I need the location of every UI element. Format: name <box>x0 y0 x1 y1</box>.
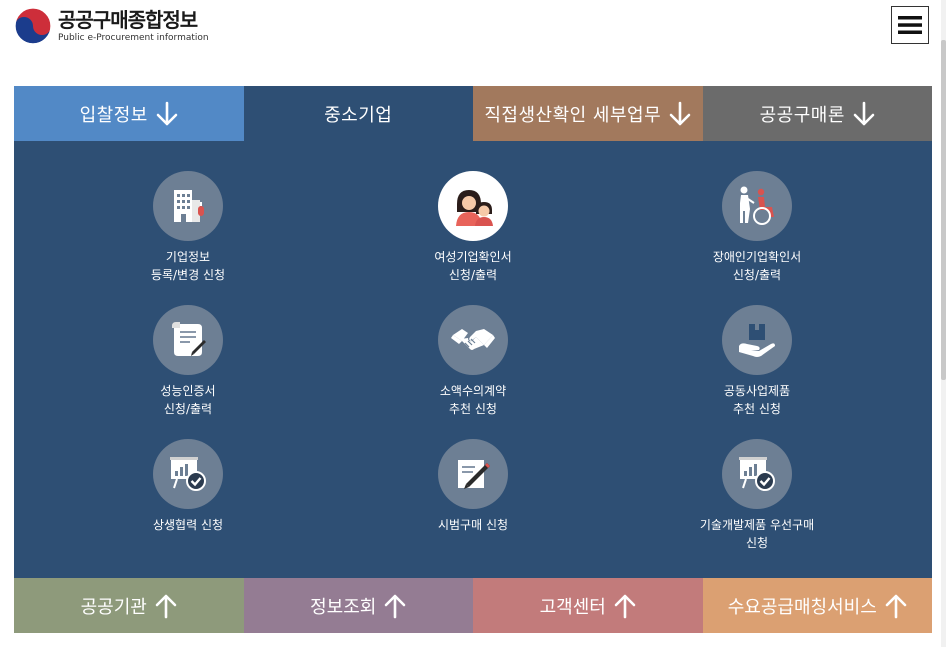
service-icon-circle[interactable] <box>153 305 223 375</box>
scrollbar-thumb[interactable] <box>941 40 946 380</box>
service-label: 성능인증서 신청/출력 <box>160 384 216 416</box>
site-subtitle: Public e-Procurement information <box>58 33 209 43</box>
sme-services-panel: 기업정보 등록/변경 신청 여성기업확인서 신청/출력 장애인기업확인서 신청/… <box>14 141 932 578</box>
edit-document-icon <box>458 460 490 489</box>
service-icon-circle[interactable] <box>153 439 223 509</box>
service-label: 소액수의계약 추천 신청 <box>439 384 507 416</box>
tab-label: 입찰정보 <box>79 104 148 126</box>
tab-public-institution[interactable]: 공공기관 <box>14 578 244 633</box>
service-label: 장애인기업확인서 신청/출력 <box>712 250 802 282</box>
arrow-up-icon <box>385 594 406 618</box>
service-trial-purchase[interactable]: 시범구매 신청 <box>363 439 583 534</box>
arrow-down-icon <box>669 101 691 125</box>
building-icon <box>174 190 204 222</box>
tab-customer-center[interactable]: 고객센터 <box>473 578 703 633</box>
service-win-win-cooperation[interactable]: 상생협력 신청 <box>78 439 298 534</box>
service-disabled-enterprise[interactable]: 장애인기업확인서 신청/출력 <box>647 171 867 284</box>
tab-sme[interactable]: 중소기업 <box>243 86 473 141</box>
service-label: 여성기업확인서 신청/출력 <box>434 250 512 282</box>
site-title: 공공구매종합정보 <box>58 8 198 32</box>
tab-public-procurement[interactable]: 공공구매론 <box>702 86 932 141</box>
service-label: 시범구매 신청 <box>437 518 509 532</box>
tab-bid-info[interactable]: 입찰정보 <box>14 86 244 141</box>
tab-label: 정보조회 <box>310 596 377 618</box>
hamburger-icon <box>898 16 922 34</box>
service-icon-circle[interactable] <box>153 171 223 241</box>
page-scrollbar[interactable] <box>941 0 946 647</box>
arrow-down-icon <box>156 101 178 125</box>
tab-label: 중소기업 <box>324 104 393 126</box>
handshake-icon <box>451 329 495 350</box>
service-label: 기업정보 등록/변경 신청 <box>150 250 226 282</box>
service-icon-circle[interactable] <box>438 305 508 375</box>
tab-label: 공공기관 <box>80 596 147 618</box>
tab-label: 수요공급매칭서비스 <box>727 596 877 618</box>
arrow-up-icon <box>885 594 907 618</box>
service-women-enterprise[interactable]: 여성기업확인서 신청/출력 <box>363 171 583 284</box>
service-icon-circle[interactable] <box>722 305 792 375</box>
arrow-down-icon <box>853 101 875 125</box>
service-icon-circle[interactable] <box>438 171 508 241</box>
service-label: 상생협력 신청 <box>152 518 224 532</box>
service-icon-circle[interactable] <box>722 439 792 509</box>
tab-direct-production[interactable]: 직접생산확인 세부업무 <box>473 86 703 141</box>
tab-info-lookup[interactable]: 정보조회 <box>243 578 473 633</box>
arrow-up-icon <box>155 594 177 618</box>
service-small-contract[interactable]: 소액수의계약 추천 신청 <box>363 305 583 418</box>
chart-check-icon <box>170 457 206 491</box>
service-company-info[interactable]: 기업정보 등록/변경 신청 <box>78 171 298 284</box>
taegeuk-emblem-icon <box>14 7 52 45</box>
tab-label: 직접생산확인 세부업무 <box>484 104 662 126</box>
service-tech-product-priority[interactable]: 기술개발제품 우선구매 신청 <box>647 439 867 552</box>
certificate-icon <box>172 322 206 356</box>
service-label: 공동사업제품 추천 신청 <box>723 384 791 416</box>
arrow-up-icon <box>614 594 636 618</box>
product-hand-icon <box>739 324 775 357</box>
tab-demand-supply-matching[interactable]: 수요공급매칭서비스 <box>702 578 932 633</box>
bottom-category-tabs: 공공기관 정보조회 고객센터 수요공급매칭서비스 <box>14 578 932 633</box>
service-icon-circle[interactable] <box>722 171 792 241</box>
tab-label: 고객센터 <box>539 596 606 618</box>
women-icon <box>456 190 493 226</box>
service-icon-circle[interactable] <box>438 439 508 509</box>
service-label: 기술개발제품 우선구매 신청 <box>699 518 815 550</box>
tab-label: 공공구매론 <box>759 104 845 126</box>
chart-check-icon <box>739 457 775 491</box>
menu-button[interactable] <box>891 6 929 44</box>
service-performance-certificate[interactable]: 성능인증서 신청/출력 <box>78 305 298 418</box>
site-logo[interactable]: 공공구매종합정보 Public e-Procurement informatio… <box>14 7 209 45</box>
wheelchair-icon <box>740 186 774 225</box>
service-joint-product[interactable]: 공동사업제품 추천 신청 <box>647 305 867 418</box>
category-tabs: 입찰정보 중소기업 직접생산확인 세부업무 공공구매론 <box>14 86 932 141</box>
